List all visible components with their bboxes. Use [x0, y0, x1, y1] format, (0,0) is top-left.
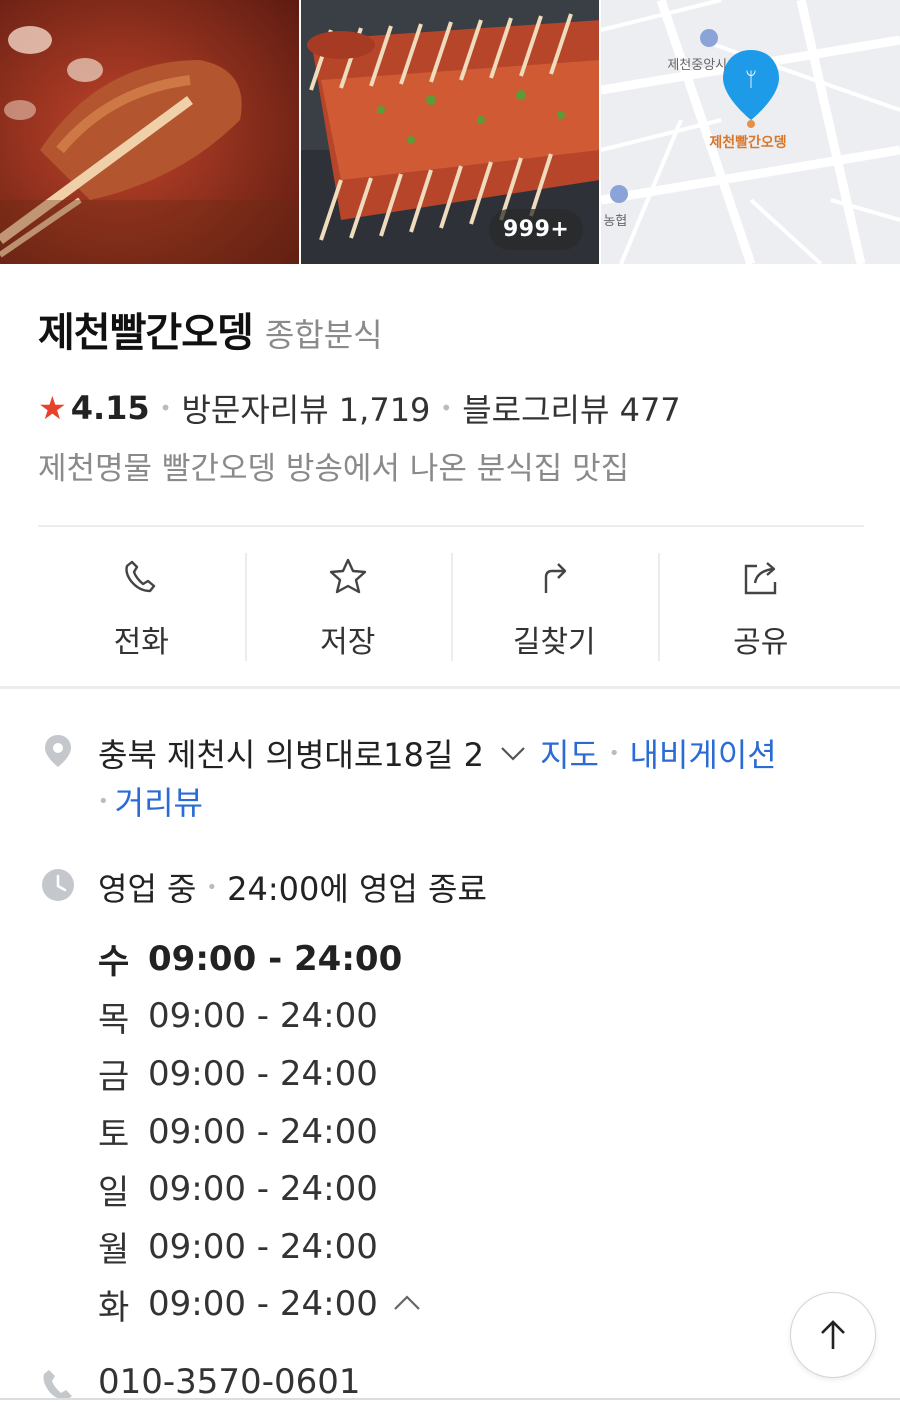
call-label: 전화: [113, 625, 169, 660]
share-button[interactable]: 공유: [657, 553, 865, 663]
directions-label: 길찾기: [512, 625, 596, 660]
clock-icon: [42, 869, 74, 901]
map-label-bank: 농협: [603, 214, 628, 229]
section-divider: [0, 686, 900, 689]
address-text[interactable]: 충북 제천시 의병대로18길 2: [98, 730, 484, 776]
call-button[interactable]: 전화: [38, 553, 245, 663]
blog-review-count[interactable]: 블로그리뷰 477: [462, 385, 680, 431]
navigation-link[interactable]: 내비게이션: [630, 730, 777, 776]
arrow-up-icon: [821, 1320, 845, 1349]
hours-row: 토 09:00 - 24:00: [98, 1103, 424, 1161]
place-title-row: 제천빨간오뎅 종합분식: [38, 300, 383, 358]
hours-row: 일 09:00 - 24:00: [98, 1160, 424, 1218]
phone-small-icon: [43, 1370, 72, 1400]
place-description: 제천명물 빨간오뎅 방송에서 나온 분식집 맛집: [38, 451, 630, 487]
hours-day: 수: [98, 942, 130, 983]
bottom-edge: [0, 1398, 900, 1406]
share-icon: [744, 562, 776, 595]
visitor-review-count[interactable]: 방문자리뷰 1,719: [181, 385, 430, 431]
hours-time: 09:00 - 24:00: [148, 1284, 378, 1325]
photo-food-closeup[interactable]: [0, 0, 299, 264]
place-category: 종합분식: [264, 316, 383, 354]
map-thumbnail[interactable]: ᛘ 제천중앙시 제천빨간오뎅 농협: [601, 0, 900, 264]
separator-dot: •: [159, 396, 172, 420]
open-status: 영업 중: [98, 870, 197, 908]
phone-icon: [125, 560, 156, 593]
separator-dot: •: [98, 790, 109, 812]
directions-button[interactable]: 길찾기: [451, 553, 658, 663]
divider: [38, 525, 864, 527]
save-label: 저장: [320, 625, 376, 660]
hours-time: 09:00 - 24:00: [148, 996, 378, 1037]
location-pin-icon: [45, 735, 71, 767]
save-button[interactable]: 저장: [244, 553, 452, 663]
hours-day: 월: [98, 1230, 130, 1271]
hours-list: 수 09:00 - 24:00 목 09:00 - 24:00 금 09:00 …: [98, 930, 424, 1333]
place-name: 제천빨간오뎅: [38, 310, 254, 356]
photo-strip: 999+ ᛘ 제천중앙시 제천빨간오뎅 농협: [0, 0, 900, 264]
hours-status-row: 영업 중 • 24:00에 영업 종료: [98, 864, 487, 910]
separator-dot: •: [440, 396, 453, 420]
star-outline-icon: [329, 558, 366, 594]
closing-time: 24:00에 영업 종료: [227, 870, 487, 908]
hours-row: 금 09:00 - 24:00: [98, 1045, 424, 1103]
photo-count-badge[interactable]: 999+: [488, 209, 584, 250]
map-label-landmark: 제천중앙시: [667, 58, 728, 73]
street-view-link[interactable]: 거리뷰: [115, 778, 203, 824]
map-link[interactable]: 지도: [540, 730, 599, 776]
hours-time: 09:00 - 24:00: [148, 1111, 378, 1152]
address-row: 충북 제천시 의병대로18길 2 지도 • 내비게이션: [98, 730, 777, 776]
photo-food-skewers[interactable]: 999+: [300, 0, 600, 264]
hours-time: 09:00 - 24:00: [148, 1053, 378, 1094]
hours-row: 화 09:00 - 24:00: [98, 1276, 424, 1334]
separator-dot: •: [206, 876, 218, 898]
directions-icon: [545, 563, 567, 593]
action-bar: 전화 저장 길찾기 공유: [38, 553, 864, 663]
hours-time: 09:00 - 24:00: [148, 1169, 378, 1210]
rating-row: ★ 4.15 • 방문자리뷰 1,719 • 블로그리뷰 477: [38, 385, 681, 431]
hours-day: 금: [98, 1057, 130, 1098]
share-label: 공유: [733, 625, 789, 660]
hours-day: 목: [98, 999, 130, 1040]
phone-number[interactable]: 010-3570-0601: [98, 1362, 361, 1402]
hours-time: 09:00 - 24:00: [148, 1226, 378, 1267]
separator-dot: •: [608, 742, 620, 764]
map-label-place: 제천빨간오뎅: [709, 135, 787, 151]
address-row-2: • 거리뷰: [98, 778, 203, 824]
hours-day: 화: [98, 1287, 130, 1328]
hours-row-today: 수 09:00 - 24:00: [98, 930, 424, 988]
svg-text:ᛘ: ᛘ: [745, 67, 757, 91]
chevron-up-icon[interactable]: [390, 1287, 424, 1321]
chevron-down-icon[interactable]: [498, 738, 528, 768]
hours-time: 09:00 - 24:00: [148, 938, 403, 979]
rating-star-icon: ★: [38, 389, 67, 427]
hours-day: 토: [98, 1115, 130, 1156]
scroll-to-top-button[interactable]: [790, 1292, 876, 1378]
hours-row: 목 09:00 - 24:00: [98, 988, 424, 1046]
hours-row: 월 09:00 - 24:00: [98, 1218, 424, 1276]
rating-value: 4.15: [70, 389, 150, 427]
hours-day: 일: [98, 1172, 130, 1213]
